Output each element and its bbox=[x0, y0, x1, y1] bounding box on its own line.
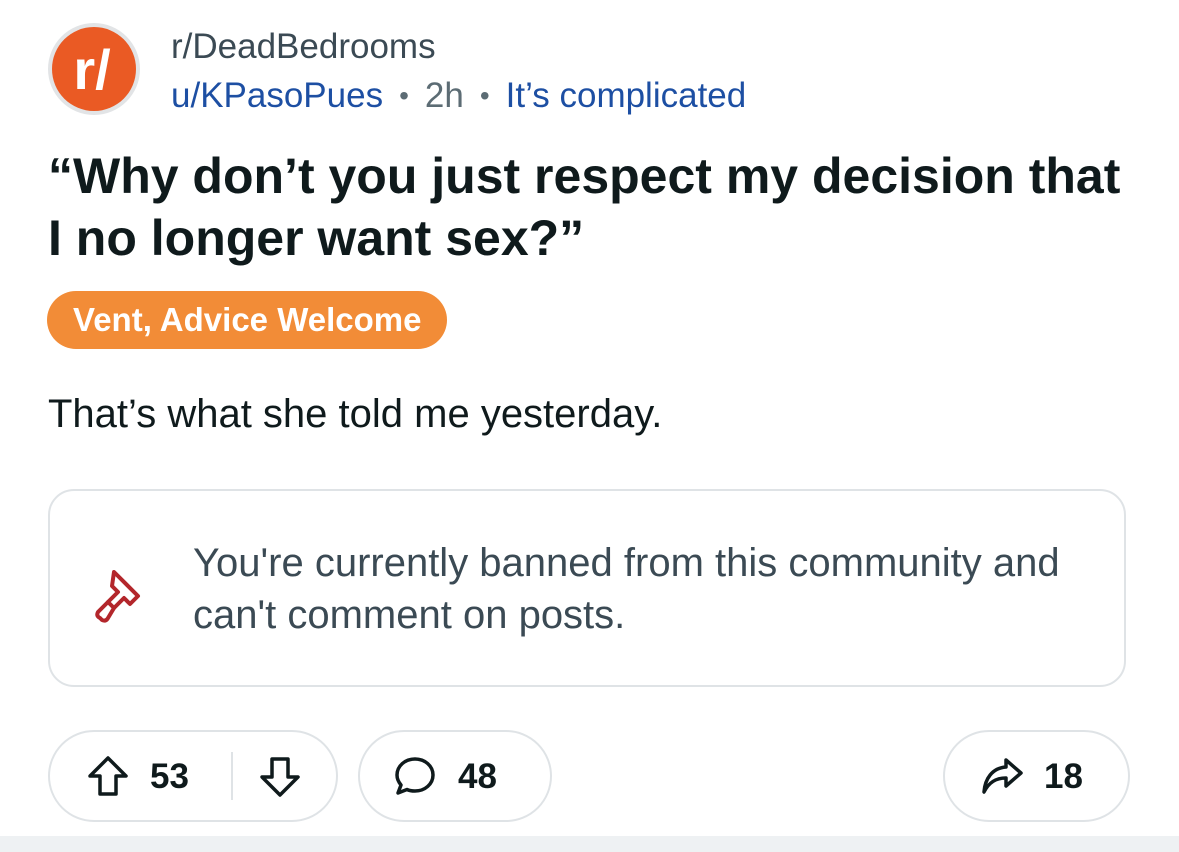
upvote-count: 53 bbox=[150, 757, 189, 796]
post-title[interactable]: “Why don’t you just respect my decision … bbox=[48, 145, 1138, 269]
subreddit-logo-icon: r/ bbox=[52, 27, 136, 111]
share-arrow-icon bbox=[980, 754, 1024, 798]
ban-notice-text: You're currently banned from this commun… bbox=[193, 541, 1060, 637]
post-age: 2h bbox=[424, 76, 464, 115]
meta-separator: • bbox=[479, 80, 490, 111]
meta-separator: • bbox=[399, 80, 409, 111]
subreddit-avatar[interactable]: r/ bbox=[48, 23, 140, 115]
hammer-icon bbox=[84, 560, 156, 632]
share-count: 18 bbox=[1044, 757, 1083, 796]
post-meta: u/KPasoPues • 2h • It’s complicated bbox=[171, 75, 746, 117]
user-flair: It’s complicated bbox=[505, 76, 747, 115]
feed-divider bbox=[0, 836, 1179, 852]
upvote-arrow-icon[interactable] bbox=[86, 754, 130, 798]
svg-text:r/: r/ bbox=[73, 38, 111, 101]
comment-count: 48 bbox=[458, 757, 497, 796]
vote-divider bbox=[231, 752, 233, 800]
post-body: That’s what she told me yesterday. bbox=[48, 392, 663, 436]
post-flair-badge[interactable]: Vent, Advice Welcome bbox=[47, 291, 448, 349]
downvote-arrow-icon[interactable] bbox=[258, 755, 302, 799]
subreddit-name[interactable]: r/DeadBedrooms bbox=[171, 26, 436, 68]
comment-button[interactable] bbox=[358, 730, 552, 822]
share-button[interactable] bbox=[943, 730, 1130, 822]
comment-bubble-icon bbox=[393, 754, 437, 798]
author-link[interactable]: u/KPasoPues bbox=[171, 75, 383, 117]
post-card: r/ r/DeadBedrooms u/KPasoPues • 2h • It’… bbox=[0, 0, 1179, 836]
